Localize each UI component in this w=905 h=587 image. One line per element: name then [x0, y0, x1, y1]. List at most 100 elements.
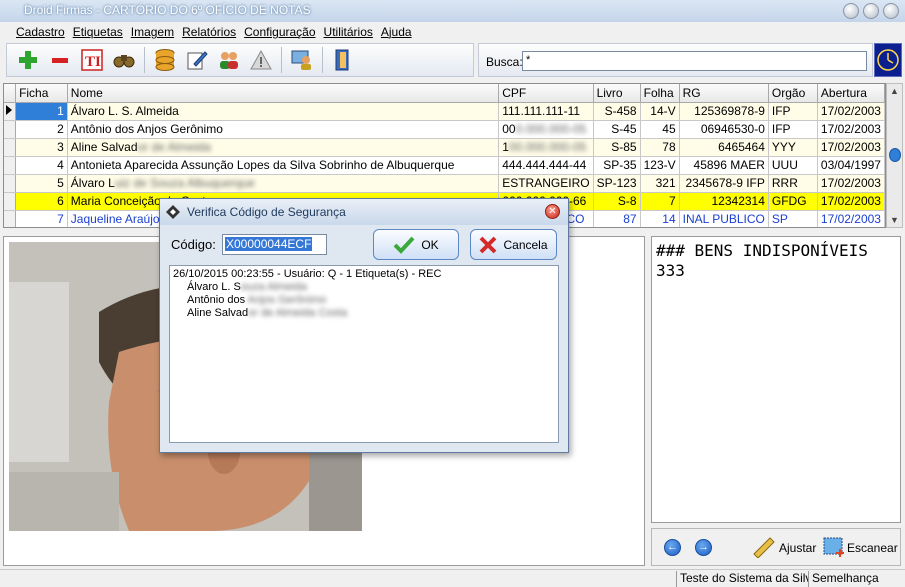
- cell-folha[interactable]: 7: [640, 192, 680, 211]
- label-log[interactable]: 26/10/2015 00:23:55 - Usuário: Q - 1 Eti…: [169, 265, 559, 443]
- cell-rg[interactable]: INAL PUBLICO: [679, 210, 769, 227]
- cell-livro[interactable]: S-45: [593, 120, 641, 139]
- cell-rg[interactable]: 06946530-0: [679, 120, 769, 139]
- cell-livro[interactable]: S-458: [593, 102, 641, 121]
- cell-cpf[interactable]: ESTRANGEIRO: [498, 174, 594, 193]
- cell-orgao[interactable]: SP: [768, 210, 818, 227]
- cell-folha[interactable]: 123-V: [640, 156, 680, 175]
- warning-button[interactable]: [246, 45, 276, 75]
- column-header[interactable]: Abertura: [817, 84, 885, 103]
- minimize-button[interactable]: [843, 3, 859, 19]
- cell-abertura[interactable]: 17/02/2003: [817, 210, 885, 227]
- cell-nome[interactable]: Antônio dos Anjos Gerônimo: [67, 120, 500, 139]
- close-button[interactable]: [883, 3, 899, 19]
- cell-folha[interactable]: 78: [640, 138, 680, 157]
- exit-button[interactable]: [328, 45, 358, 75]
- cell-livro[interactable]: 87: [593, 210, 641, 227]
- table-row[interactable]: 1 Álvaro L. S. Almeida 111.111.111-11 S-…: [4, 102, 885, 121]
- cell-rg[interactable]: 45896 MAER: [679, 156, 769, 175]
- remove-button[interactable]: [45, 45, 75, 75]
- cell-ficha[interactable]: 2: [15, 120, 68, 139]
- cell-orgao[interactable]: IFP: [768, 102, 818, 121]
- cell-rg[interactable]: 12342314: [679, 192, 769, 211]
- cell-orgao[interactable]: IFP: [768, 120, 818, 139]
- scan-button[interactable]: Escanear: [822, 529, 898, 565]
- column-header[interactable]: Orgão: [768, 84, 818, 103]
- cell-livro[interactable]: S-8: [593, 192, 641, 211]
- cell-nome[interactable]: Álvaro L. S. Almeida: [67, 102, 500, 121]
- cell-orgao[interactable]: UUU: [768, 156, 818, 175]
- scroll-down-arrow-icon[interactable]: ▼: [890, 215, 899, 225]
- cell-cpf[interactable]: 444.444.444-44: [498, 156, 594, 175]
- menu-utilitarios[interactable]: Utilitários: [320, 22, 377, 42]
- cell-abertura[interactable]: 17/02/2003: [817, 120, 885, 139]
- cell-ficha[interactable]: 6: [15, 192, 68, 211]
- database-button[interactable]: [150, 45, 180, 75]
- user-computer-button[interactable]: [287, 45, 317, 75]
- adjust-button[interactable]: Ajustar: [752, 529, 818, 565]
- text-button[interactable]: TI: [77, 45, 107, 75]
- cell-cpf[interactable]: 100.000.000-05: [498, 138, 594, 157]
- column-header[interactable]: CPF: [498, 84, 594, 103]
- cell-ficha[interactable]: 5: [15, 174, 68, 193]
- cell-ficha[interactable]: 1: [15, 102, 68, 121]
- table-row[interactable]: 3 Aline Salvador de Almeida 100.000.000-…: [4, 138, 885, 157]
- cell-folha[interactable]: 321: [640, 174, 680, 193]
- cell-abertura[interactable]: 03/04/1997: [817, 156, 885, 175]
- next-button[interactable]: →: [695, 539, 712, 556]
- column-header[interactable]: Folha: [640, 84, 680, 103]
- cell-nome[interactable]: Aline Salvador de Almeida: [67, 138, 500, 157]
- cell-nome[interactable]: Antonieta Aparecida Assunção Lopes da Si…: [67, 156, 500, 175]
- users-button[interactable]: [214, 45, 244, 75]
- cell-folha[interactable]: 14: [640, 210, 680, 227]
- table-row[interactable]: 4 Antonieta Aparecida Assunção Lopes da …: [4, 156, 885, 175]
- cell-ficha[interactable]: 4: [15, 156, 68, 175]
- cell-nome[interactable]: Álvaro Luiz de Souza Albuquerque: [67, 174, 500, 193]
- cell-abertura[interactable]: 17/02/2003: [817, 138, 885, 157]
- cell-ficha[interactable]: 7: [15, 210, 68, 227]
- cell-rg[interactable]: 6465464: [679, 138, 769, 157]
- cell-livro[interactable]: S-85: [593, 138, 641, 157]
- previous-button[interactable]: ←: [664, 539, 681, 556]
- cell-folha[interactable]: 45: [640, 120, 680, 139]
- menu-cadastro[interactable]: Cadastro: [12, 22, 69, 42]
- table-row[interactable]: 5 Álvaro Luiz de Souza Albuquerque ESTRA…: [4, 174, 885, 193]
- menu-relatorios[interactable]: Relatórios: [178, 22, 240, 42]
- column-header[interactable]: Livro: [593, 84, 641, 103]
- grid-scrollbar[interactable]: ▲ ▼: [886, 83, 903, 228]
- maximize-button[interactable]: [863, 3, 879, 19]
- menu-etiquetas[interactable]: Etiquetas: [69, 22, 127, 42]
- search-input[interactable]: *: [522, 51, 867, 71]
- cell-rg[interactable]: 125369878-9: [679, 102, 769, 121]
- dialog-close-button[interactable]: ✕: [545, 204, 560, 219]
- cell-abertura[interactable]: 17/02/2003: [817, 102, 885, 121]
- cell-cpf[interactable]: 000.000.000-05: [498, 120, 594, 139]
- edit-button[interactable]: [182, 45, 212, 75]
- cell-orgao[interactable]: RRR: [768, 174, 818, 193]
- table-row[interactable]: 2 Antônio dos Anjos Gerônimo 000.000.000…: [4, 120, 885, 139]
- menu-configuracao[interactable]: Configuração: [240, 22, 319, 42]
- scrollbar-thumb[interactable]: [889, 148, 901, 162]
- notes-pane[interactable]: ### BENS INDISPONÍVEIS 333: [651, 236, 901, 523]
- clock-button[interactable]: [874, 43, 902, 77]
- cell-rg[interactable]: 2345678-9 IFP: [679, 174, 769, 193]
- cell-livro[interactable]: SP-35: [593, 156, 641, 175]
- cell-livro[interactable]: SP-123: [593, 174, 641, 193]
- menu-imagem[interactable]: Imagem: [127, 22, 178, 42]
- cancel-button[interactable]: Cancela: [470, 229, 557, 260]
- column-header[interactable]: RG: [679, 84, 769, 103]
- code-input[interactable]: X00000044ECF: [222, 234, 327, 255]
- cell-abertura[interactable]: 17/02/2003: [817, 192, 885, 211]
- cell-orgao[interactable]: GFDG: [768, 192, 818, 211]
- cell-ficha[interactable]: 3: [15, 138, 68, 157]
- cell-cpf[interactable]: 111.111.111-11: [498, 102, 594, 121]
- add-button[interactable]: [13, 45, 43, 75]
- cell-folha[interactable]: 14-V: [640, 102, 680, 121]
- cell-abertura[interactable]: 17/02/2003: [817, 174, 885, 193]
- column-header[interactable]: Nome: [67, 84, 500, 103]
- column-header[interactable]: Ficha: [15, 84, 68, 103]
- ok-button[interactable]: OK: [373, 229, 459, 260]
- search-button[interactable]: [109, 45, 139, 75]
- menu-ajuda[interactable]: Ajuda: [377, 22, 416, 42]
- scroll-up-arrow-icon[interactable]: ▲: [890, 86, 899, 96]
